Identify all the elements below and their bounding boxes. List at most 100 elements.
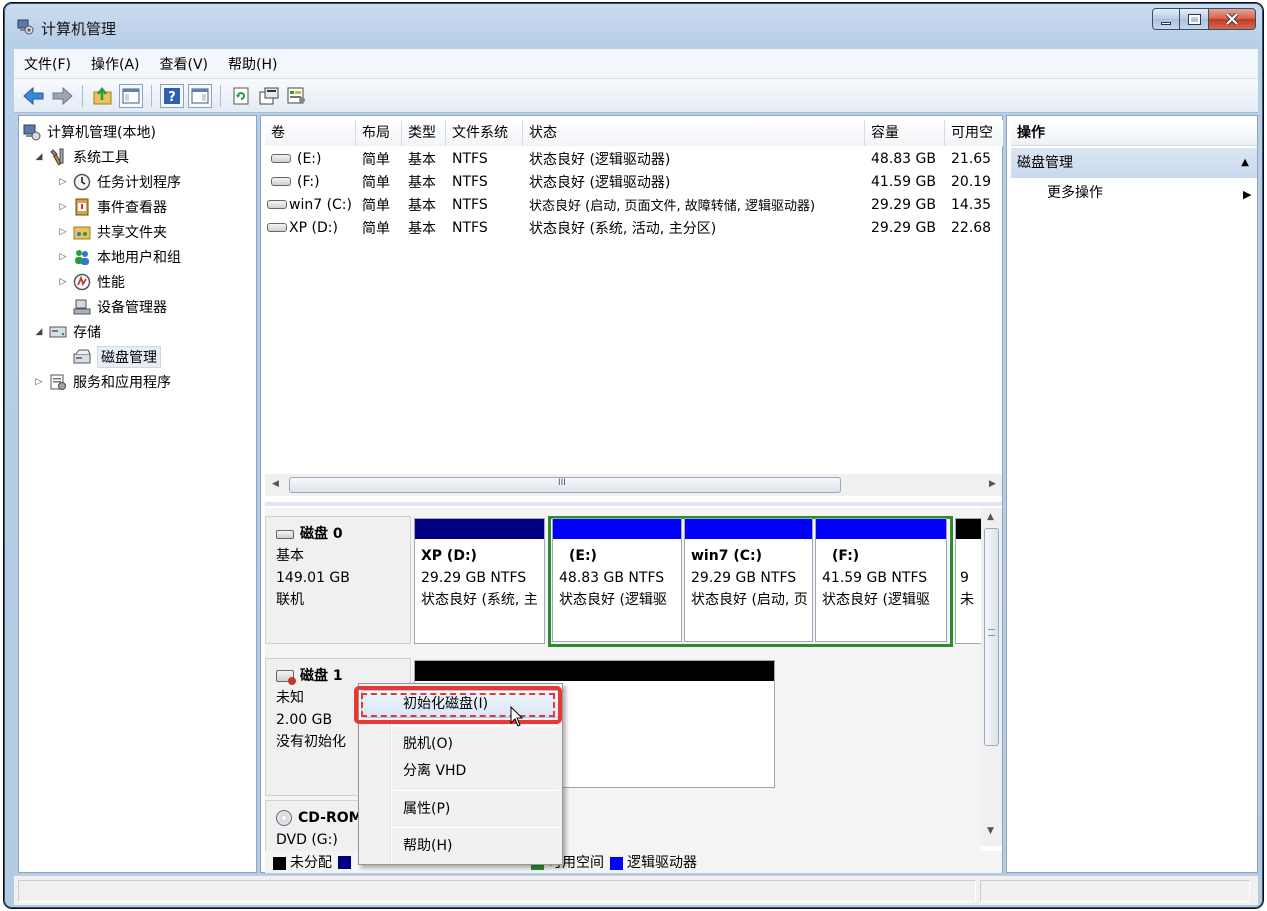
title-bar[interactable]: 计算机管理 bbox=[5, 4, 1262, 42]
scroll-down-icon[interactable]: ▼ bbox=[987, 826, 994, 836]
menu-item-offline[interactable]: 脱机(O) bbox=[403, 733, 453, 755]
partition-status: 未 bbox=[960, 592, 974, 608]
column-header-filesystem[interactable]: 文件系统 bbox=[446, 120, 523, 146]
minimize-icon bbox=[1161, 21, 1171, 25]
filesystem-cell: NTFS bbox=[452, 173, 488, 190]
actions-section-disk-management[interactable]: 磁盘管理 ▲ bbox=[1011, 148, 1257, 178]
tree-item-label: 共享文件夹 bbox=[97, 225, 167, 241]
storage-icon bbox=[49, 323, 67, 341]
tree-item-system-tools[interactable]: ◢ 系统工具 bbox=[33, 145, 129, 169]
partition-truncated[interactable]: 9 未 bbox=[955, 518, 981, 644]
disk-0-size: 149.01 GB bbox=[276, 570, 350, 586]
partition-type-bar bbox=[956, 519, 981, 539]
tree-item-event-viewer[interactable]: ▷ 事件查看器 bbox=[57, 195, 167, 219]
column-header-type[interactable]: 类型 bbox=[402, 120, 446, 146]
partition-status: 状态良好 (逻辑驱 bbox=[559, 592, 667, 608]
expand-icon[interactable]: ▷ bbox=[57, 252, 69, 262]
volume-cell: win7 (C:) bbox=[265, 197, 356, 213]
disk-management-icon bbox=[73, 348, 91, 366]
menu-item-detach-vhd[interactable]: 分离 VHD bbox=[403, 760, 466, 782]
scroll-left-icon[interactable]: ◀ bbox=[272, 479, 279, 489]
svg-text:?: ? bbox=[168, 90, 176, 105]
properties-button[interactable] bbox=[257, 84, 281, 108]
status-bar bbox=[14, 875, 1258, 905]
column-header-volume[interactable]: 卷 bbox=[265, 120, 356, 146]
maximize-button[interactable] bbox=[1180, 8, 1208, 30]
tree-item-label: 服务和应用程序 bbox=[73, 375, 171, 391]
column-header-layout[interactable]: 布局 bbox=[356, 120, 402, 146]
table-row[interactable]: win7 (C:) 简单 基本 NTFS 状态良好 (启动, 页面文件, 故障转… bbox=[265, 193, 1003, 216]
partition-name: XP (D:) bbox=[421, 548, 477, 564]
tree-item-local-users[interactable]: ▷ 本地用户和组 bbox=[57, 245, 181, 269]
chevron-right-icon[interactable]: ▶ bbox=[1243, 188, 1251, 201]
more-actions-item[interactable]: 更多操作 bbox=[1047, 180, 1103, 206]
table-row[interactable]: XP (D:) 简单 基本 NTFS 状态良好 (系统, 活动, 主分区) 29… bbox=[265, 216, 1003, 239]
menu-view[interactable]: 查看(V) bbox=[150, 54, 219, 74]
table-row[interactable]: (F:) 简单 基本 NTFS 状态良好 (逻辑驱动器) 41.59 GB 20… bbox=[265, 170, 1003, 193]
minimize-button[interactable] bbox=[1152, 8, 1180, 30]
column-header-capacity[interactable]: 容量 bbox=[865, 120, 945, 146]
up-folder-button[interactable] bbox=[91, 84, 115, 108]
partition-status: 状态良好 (启动, 页 bbox=[691, 592, 808, 608]
refresh-button[interactable] bbox=[229, 84, 253, 108]
menu-item-properties[interactable]: 属性(P) bbox=[403, 798, 450, 820]
collapse-up-icon[interactable]: ▲ bbox=[1241, 148, 1249, 178]
type-cell: 基本 bbox=[408, 151, 436, 168]
tree-item-device-manager[interactable]: 设备管理器 bbox=[57, 295, 167, 319]
column-header-free-space[interactable]: 可用空 bbox=[945, 120, 1003, 146]
menu-action[interactable]: 操作(A) bbox=[81, 54, 150, 74]
toolbar-separator bbox=[151, 84, 152, 107]
partition-e[interactable]: (E:) 48.83 GB NTFS 状态良好 (逻辑驱 bbox=[552, 518, 682, 642]
disk-unknown-icon bbox=[276, 670, 296, 685]
column-header-status[interactable]: 状态 bbox=[523, 120, 865, 146]
menu-separator bbox=[393, 827, 559, 828]
expand-icon[interactable]: ▷ bbox=[33, 377, 45, 387]
volume-list-horizontal-scrollbar[interactable]: ◀ III ▶ bbox=[265, 474, 1002, 496]
menu-item-help[interactable]: 帮助(H) bbox=[403, 835, 452, 857]
volume-icon bbox=[267, 200, 287, 209]
shared-folder-icon bbox=[73, 223, 91, 241]
partition-win7-c[interactable]: win7 (C:) 29.29 GB NTFS 状态良好 (启动, 页 bbox=[684, 518, 813, 642]
menu-file[interactable]: 文件(F) bbox=[14, 54, 81, 74]
tree-item-storage[interactable]: ◢ 存储 bbox=[33, 320, 101, 344]
help-button[interactable]: ? bbox=[160, 83, 184, 108]
tree-item-task-scheduler[interactable]: ▷ 任务计划程序 bbox=[57, 170, 181, 194]
collapse-icon[interactable]: ◢ bbox=[33, 152, 45, 162]
scrollbar-thumb[interactable] bbox=[984, 528, 999, 746]
toolbar: ? bbox=[14, 79, 1258, 113]
scroll-up-icon[interactable]: ▲ bbox=[987, 512, 994, 522]
tree-item-services-apps[interactable]: ▷ 服务和应用程序 bbox=[33, 370, 171, 394]
expand-icon[interactable]: ▷ bbox=[57, 277, 69, 287]
menu-separator bbox=[393, 726, 559, 727]
toolbar-separator bbox=[82, 84, 83, 107]
forward-icon bbox=[52, 86, 73, 105]
expand-icon[interactable]: ▷ bbox=[57, 177, 69, 187]
scrollbar-thumb[interactable]: III bbox=[289, 477, 841, 493]
settings-button[interactable] bbox=[285, 84, 309, 108]
help-icon: ? bbox=[164, 87, 180, 105]
disk-view-vertical-scrollbar[interactable]: ▲ ▼ bbox=[981, 508, 1002, 846]
back-button[interactable] bbox=[22, 84, 46, 108]
close-button[interactable] bbox=[1208, 8, 1256, 30]
tree-item-disk-management[interactable]: 磁盘管理 bbox=[57, 345, 161, 369]
partition-xp-d[interactable]: XP (D:) 29.29 GB NTFS 状态良好 (系统, 主 bbox=[414, 518, 545, 644]
show-hide-action-pane-button[interactable] bbox=[188, 83, 212, 108]
partition-f[interactable]: (F:) 41.59 GB NTFS 状态良好 (逻辑驱 bbox=[815, 518, 947, 642]
more-actions-label: 更多操作 bbox=[1047, 185, 1103, 201]
show-hide-tree-button[interactable] bbox=[119, 83, 143, 108]
expand-icon[interactable]: ▷ bbox=[57, 202, 69, 212]
pane-splitter[interactable] bbox=[265, 502, 1002, 506]
partition-type-bar bbox=[553, 519, 681, 539]
table-row[interactable]: (E:) 简单 基本 NTFS 状态良好 (逻辑驱动器) 48.83 GB 21… bbox=[265, 147, 1003, 170]
tree-root[interactable]: 计算机管理(本地) bbox=[23, 120, 156, 144]
tree-item-shared-folders[interactable]: ▷ 共享文件夹 bbox=[57, 220, 167, 244]
disk-0-info[interactable]: 磁盘 0 基本 149.01 GB 联机 bbox=[265, 516, 411, 644]
scroll-right-icon[interactable]: ▶ bbox=[989, 479, 996, 489]
menu-help[interactable]: 帮助(H) bbox=[218, 54, 287, 74]
forward-button[interactable] bbox=[50, 84, 74, 108]
partition-size: 29.29 GB NTFS bbox=[691, 570, 797, 586]
tree-item-performance[interactable]: ▷ 性能 bbox=[57, 270, 125, 294]
collapse-icon[interactable]: ◢ bbox=[33, 327, 45, 337]
tree-item-label: 设备管理器 bbox=[97, 300, 167, 316]
expand-icon[interactable]: ▷ bbox=[57, 227, 69, 237]
